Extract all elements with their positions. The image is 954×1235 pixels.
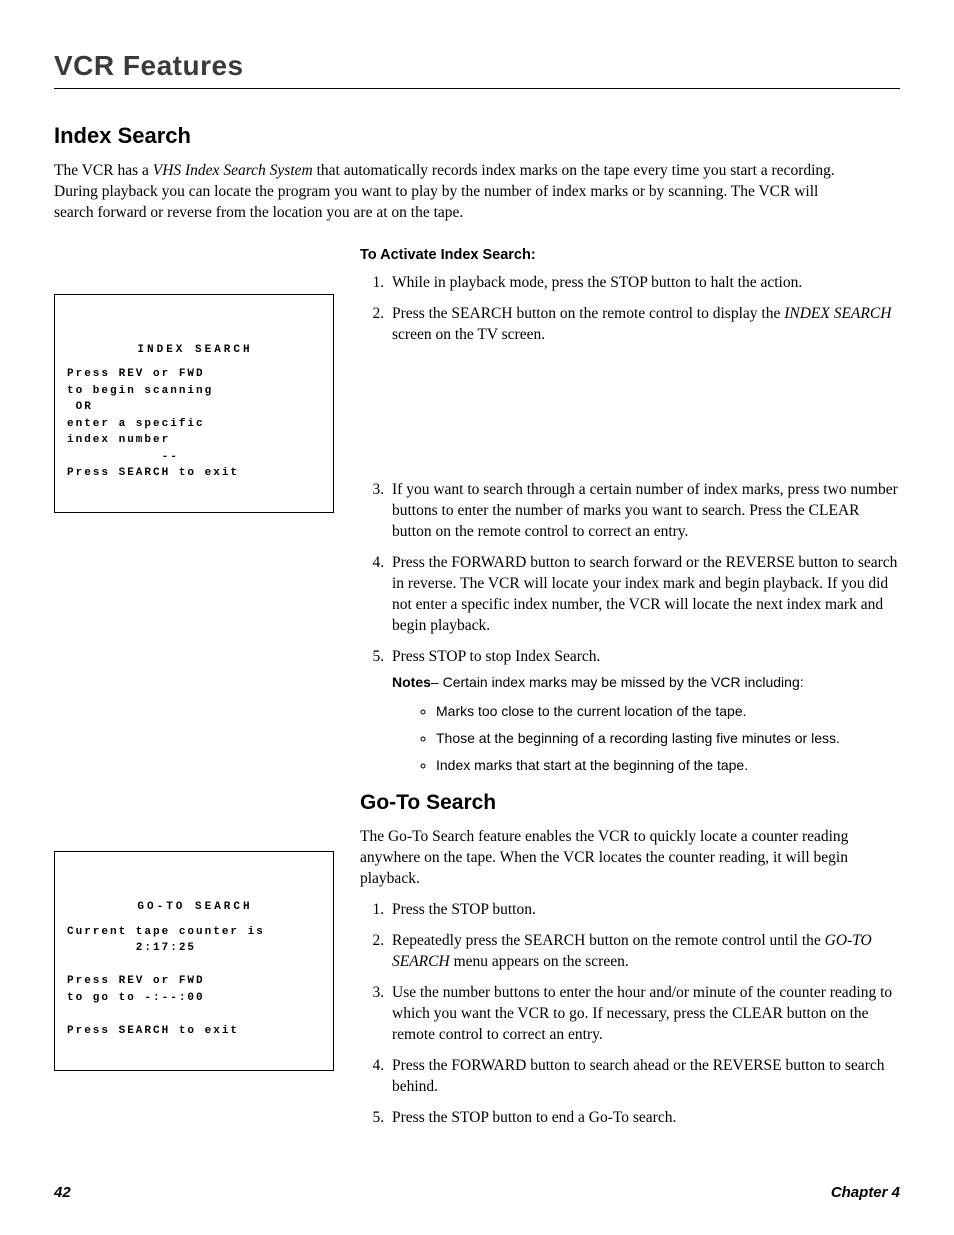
index-search-intro: The VCR has a VHS Index Search System th… xyxy=(54,161,854,224)
step-1: While in playback mode, press the STOP b… xyxy=(388,273,900,294)
main-column: To Activate Index Search: While in playb… xyxy=(360,246,900,1143)
step-5-notes: Notes– Certain index marks may be missed… xyxy=(392,673,900,694)
index-search-screen: INDEX SEARCH Press REV or FWD to begin sc… xyxy=(54,294,334,514)
bullet-2: Those at the beginning of a recording la… xyxy=(436,729,900,748)
step-3: If you want to search through a certain … xyxy=(388,480,900,543)
goto-step-2-post: menu appears on the screen. xyxy=(450,953,629,970)
step-2: Press the SEARCH button on the remote co… xyxy=(388,304,900,346)
screen-title: GO-TO SEARCH xyxy=(67,899,323,916)
step-2-pre: Press the SEARCH button on the remote co… xyxy=(392,305,784,322)
screen-title: INDEX SEARCH xyxy=(67,342,323,359)
goto-intro: The Go-To Search feature enables the VCR… xyxy=(360,827,900,890)
index-search-steps-cont: If you want to search through a certain … xyxy=(360,480,900,775)
section-heading-goto: Go-To Search xyxy=(360,789,900,817)
section-heading-index-search: Index Search xyxy=(54,123,900,149)
spacer xyxy=(360,360,900,480)
goto-step-2: Repeatedly press the SEARCH button on th… xyxy=(388,931,900,973)
step-4: Press the FORWARD button to search forwa… xyxy=(388,553,900,637)
intro-text-pre: The VCR has a xyxy=(54,162,153,179)
screen-body: Current tape counter is 2:17:25 Press RE… xyxy=(67,926,265,1037)
goto-steps: Press the STOP button. Repeatedly press … xyxy=(360,900,900,1128)
spacer xyxy=(54,246,334,294)
title-rule xyxy=(54,88,900,89)
notes-bullets: Marks too close to the current location … xyxy=(392,702,900,775)
goto-step-5: Press the STOP button to end a Go-To sea… xyxy=(388,1108,900,1129)
page-number: 42 xyxy=(54,1184,71,1201)
activate-label: To Activate Index Search: xyxy=(360,246,900,266)
index-search-steps: While in playback mode, press the STOP b… xyxy=(360,273,900,346)
goto-step-2-pre: Repeatedly press the SEARCH button on th… xyxy=(392,932,825,949)
sidebar-screens: INDEX SEARCH Press REV or FWD to begin sc… xyxy=(54,246,334,1071)
intro-em: VHS Index Search System xyxy=(153,162,313,179)
step-5-main: Press STOP to stop Index Search. xyxy=(392,648,600,665)
step-2-post: screen on the TV screen. xyxy=(392,326,545,343)
notes-label: Notes xyxy=(392,674,431,690)
notes-text: – Certain index marks may be missed by t… xyxy=(431,674,804,690)
goto-step-3: Use the number buttons to enter the hour… xyxy=(388,983,900,1046)
chapter-title: VCR Features xyxy=(54,50,900,82)
spacer xyxy=(54,513,334,851)
index-search-columns: INDEX SEARCH Press REV or FWD to begin sc… xyxy=(54,246,900,1143)
step-2-em: INDEX SEARCH xyxy=(784,305,891,322)
bullet-3: Index marks that start at the beginning … xyxy=(436,756,900,775)
screen-body: Press REV or FWD to begin scanning OR en… xyxy=(67,368,239,479)
page-footer: 42 Chapter 4 xyxy=(54,1184,900,1201)
bullet-1: Marks too close to the current location … xyxy=(436,702,900,721)
goto-step-1: Press the STOP button. xyxy=(388,900,900,921)
step-5: Press STOP to stop Index Search. Notes– … xyxy=(388,647,900,776)
chapter-label: Chapter 4 xyxy=(831,1184,900,1201)
goto-step-4: Press the FORWARD button to search ahead… xyxy=(388,1056,900,1098)
goto-search-screen: GO-TO SEARCH Current tape counter is 2:17… xyxy=(54,851,334,1071)
